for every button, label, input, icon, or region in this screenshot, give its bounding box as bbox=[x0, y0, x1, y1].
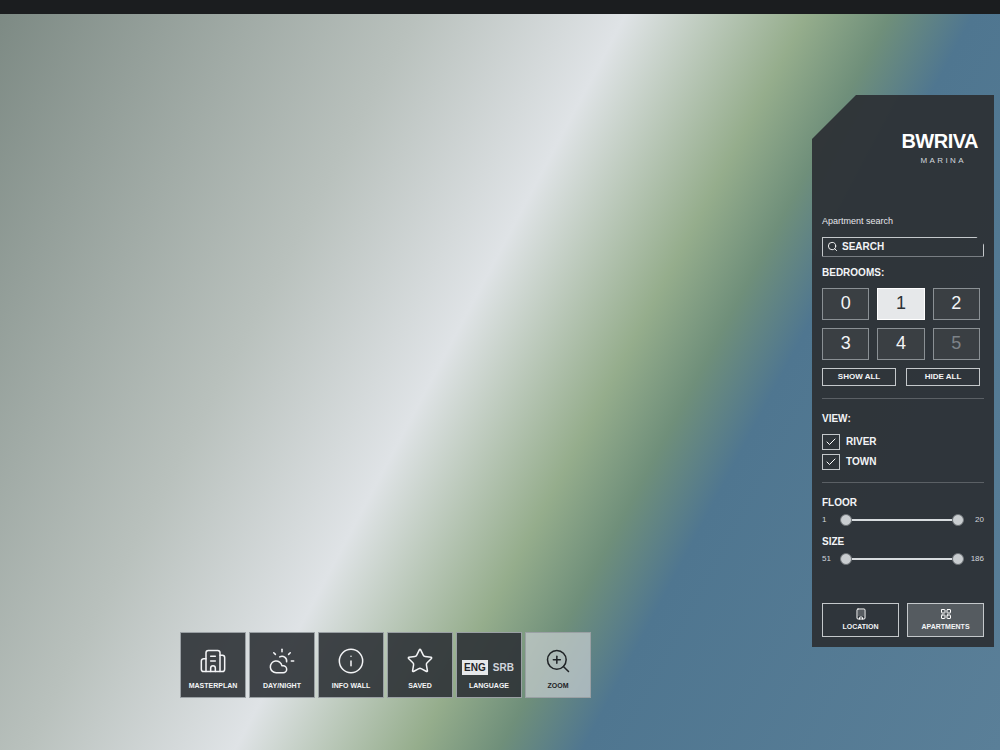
slider-max: 186 bbox=[968, 553, 984, 565]
slider-low-handle[interactable] bbox=[840, 514, 852, 526]
search-label: Apartment search bbox=[822, 215, 984, 229]
show-all-button[interactable]: SHOW ALL bbox=[822, 368, 896, 386]
toolbar-button[interactable]: INFO WALL bbox=[318, 632, 384, 698]
slider-track[interactable] bbox=[840, 553, 964, 565]
toolbar-icon bbox=[544, 647, 572, 675]
toolbar-icon bbox=[268, 647, 296, 675]
language-option[interactable]: ENG bbox=[462, 660, 488, 675]
search-panel: BWRIVA MARINA Apartment search SEARCH BEDROO… bbox=[812, 95, 994, 647]
view-checkbox[interactable]: TOWN bbox=[822, 454, 984, 470]
logo-subtitle: MARINA bbox=[920, 155, 978, 167]
check-icon bbox=[825, 456, 837, 468]
slider-low-handle[interactable] bbox=[840, 553, 852, 565]
toolbar-button[interactable]: ZOOM bbox=[525, 632, 591, 698]
toolbar-button[interactable]: MASTERPLAN bbox=[180, 632, 246, 698]
slider-track[interactable] bbox=[840, 514, 964, 526]
language-option[interactable]: SRB bbox=[491, 660, 516, 675]
logo: BWRIVA MARINA bbox=[822, 131, 984, 167]
bedroom-button[interactable]: 2 bbox=[933, 288, 980, 320]
screen: BWRIVA MARINA Apartment search SEARCH BEDROO… bbox=[0, 0, 1000, 750]
bedroom-button[interactable]: 3 bbox=[822, 328, 869, 360]
slider-high-handle[interactable] bbox=[952, 514, 964, 526]
check-icon bbox=[825, 436, 837, 448]
toolbar-button[interactable]: DAY/NIGHT bbox=[249, 632, 315, 698]
toolbar: MASTERPLANDAY/NIGHTINFO WALLSAVEDENGSRBL… bbox=[180, 632, 591, 698]
view-checkbox[interactable]: RIVER bbox=[822, 434, 984, 450]
slider-label: FLOOR bbox=[822, 495, 984, 510]
panel-nav-button[interactable]: APARTMENTS bbox=[907, 603, 984, 638]
toolbar-icon bbox=[199, 647, 227, 675]
panel-nav-button[interactable]: LOCATION bbox=[822, 603, 899, 638]
range-slider: FLOOR 1 20 bbox=[822, 495, 984, 526]
slider-min: 51 bbox=[822, 553, 836, 565]
hide-all-button[interactable]: HIDE ALL bbox=[906, 368, 980, 386]
toolbar-button[interactable]: ENGSRBLANGUAGE bbox=[456, 632, 522, 698]
toolbar-icon bbox=[406, 647, 434, 675]
slider-min: 1 bbox=[822, 514, 836, 526]
range-slider: SIZE 51 186 bbox=[822, 534, 984, 565]
bedrooms-label: BEDROOMS: bbox=[822, 265, 984, 280]
bedroom-button[interactable]: 1 bbox=[877, 288, 924, 320]
logo-name: BWRIVA bbox=[901, 131, 978, 151]
slider-high-handle[interactable] bbox=[952, 553, 964, 565]
bedroom-button[interactable]: 5 bbox=[933, 328, 980, 360]
grid-icon bbox=[940, 608, 952, 620]
search-field[interactable]: SEARCH bbox=[822, 237, 984, 257]
slider-label: SIZE bbox=[822, 534, 984, 549]
bedroom-grid: 012 345 bbox=[822, 288, 984, 360]
slider-max: 20 bbox=[968, 514, 984, 526]
search-icon bbox=[827, 241, 838, 252]
view-label: VIEW: bbox=[822, 411, 984, 426]
building-icon bbox=[855, 608, 867, 620]
bedroom-button[interactable]: 4 bbox=[877, 328, 924, 360]
toolbar-button[interactable]: SAVED bbox=[387, 632, 453, 698]
toolbar-icon bbox=[337, 647, 365, 675]
bedroom-button[interactable]: 0 bbox=[822, 288, 869, 320]
